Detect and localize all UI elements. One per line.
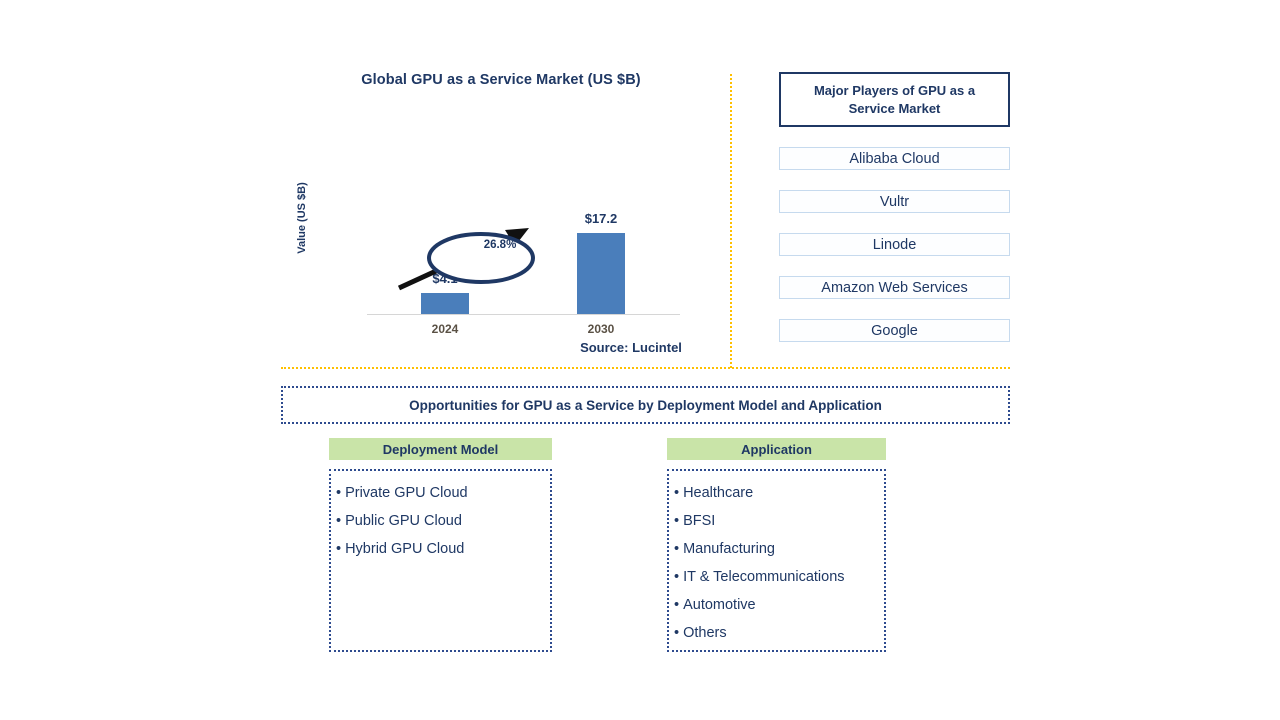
list-item-label: Manufacturing	[683, 541, 775, 557]
player-item[interactable]: Vultr	[779, 190, 1010, 213]
bullet-icon: •	[674, 569, 680, 585]
player-item[interactable]: Alibaba Cloud	[779, 147, 1010, 170]
source-note: Source: Lucintel	[580, 340, 682, 355]
application-list: • Healthcare • BFSI • Manufacturing • IT & T…	[667, 469, 886, 652]
major-players-panel: Major Players of GPU as a Service Market…	[779, 72, 1010, 342]
bullet-icon: •	[674, 597, 680, 613]
chart-title: Global GPU as a Service Market (US $B)	[361, 72, 641, 88]
list-item: • Automotive	[674, 591, 884, 619]
list-item: • BFSI	[674, 507, 884, 535]
deployment-model-header: Deployment Model	[329, 438, 552, 460]
major-players-header: Major Players of GPU as a Service Market	[779, 72, 1010, 127]
list-item-label: Healthcare	[683, 485, 754, 501]
list-item-label: Automotive	[683, 597, 756, 613]
bullet-icon: •	[336, 485, 342, 501]
bullet-icon: •	[336, 541, 342, 557]
application-header: Application	[667, 438, 886, 460]
bullet-icon: •	[674, 485, 680, 501]
deployment-model-column: Deployment Model • Private GPU Cloud • Pub…	[329, 438, 552, 652]
bullet-icon: •	[336, 513, 342, 529]
list-item-label: Hybrid GPU Cloud	[345, 541, 465, 557]
player-item[interactable]: Google	[779, 319, 1010, 342]
market-chart-panel: Global GPU as a Service Market (US $B) V…	[281, 60, 721, 360]
list-item: • Others	[674, 619, 884, 647]
list-item-label: IT & Telecommunications	[683, 569, 845, 585]
cagr-callout-icon	[397, 228, 535, 291]
list-item: • Private GPU Cloud	[336, 479, 550, 507]
list-item: • Public GPU Cloud	[336, 507, 550, 535]
y-axis-label: Value (US $B)	[296, 182, 308, 254]
bullet-icon: •	[674, 625, 680, 641]
application-column: Application • Healthcare • BFSI • Manufactu…	[667, 438, 886, 652]
list-item-label: Private GPU Cloud	[345, 485, 468, 501]
opportunities-title-box: Opportunities for GPU as a Service by De…	[281, 386, 1010, 424]
x-tick-2030: 2030	[587, 322, 615, 336]
bullet-icon: •	[674, 541, 680, 557]
list-item: • Healthcare	[674, 479, 884, 507]
bullet-icon: •	[674, 513, 680, 529]
bar-chart: Value (US $B) $4.1 $17.2 2024 2030 26.8%	[281, 150, 721, 336]
list-item: • Manufacturing	[674, 535, 884, 563]
list-item-label: Public GPU Cloud	[345, 513, 462, 529]
cagr-value: 26.8%	[483, 239, 517, 251]
vertical-divider	[730, 74, 732, 368]
list-item-label: Others	[683, 625, 727, 641]
list-item-label: BFSI	[683, 513, 716, 529]
player-item[interactable]: Linode	[779, 233, 1010, 256]
list-item: • IT & Telecommunications	[674, 563, 884, 591]
x-tick-2024: 2024	[431, 322, 459, 336]
horizontal-divider	[281, 367, 1010, 369]
list-item: • Hybrid GPU Cloud	[336, 535, 550, 563]
deployment-model-list: • Private GPU Cloud • Public GPU Cloud • Hy…	[329, 469, 552, 652]
player-item[interactable]: Amazon Web Services	[779, 276, 1010, 299]
